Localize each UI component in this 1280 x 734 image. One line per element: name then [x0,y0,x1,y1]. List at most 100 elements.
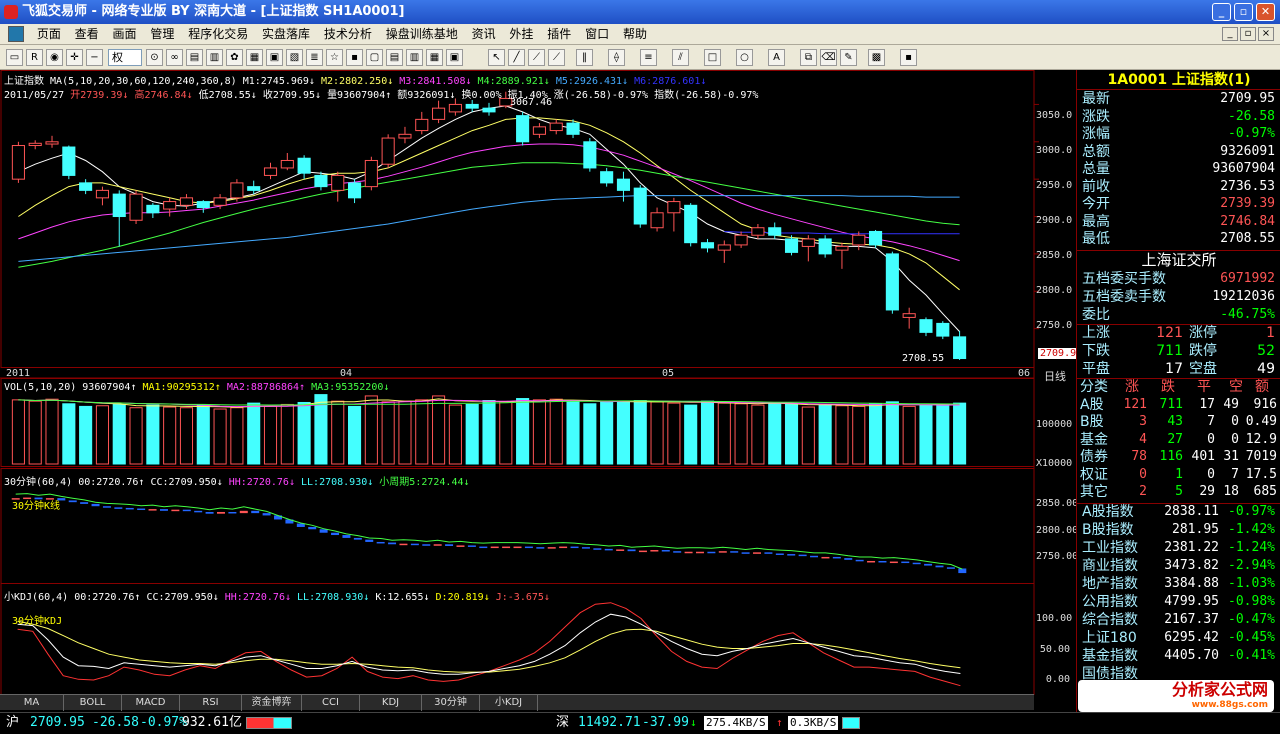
current-price-tag: 2709.9 [1038,348,1079,359]
panel-icon[interactable]: ▣ [446,49,463,66]
candle-body [650,212,664,229]
text-tool-icon[interactable]: A [768,49,785,66]
volume-bar [902,405,916,465]
bars-icon[interactable]: ▥ [206,49,223,66]
layout-icon[interactable]: ▤ [386,49,403,66]
grid-icon[interactable]: ▦ [246,49,263,66]
m30-candle [80,502,89,504]
cat-row[interactable]: 债券 78 116 401 31 7019 [1077,448,1280,466]
channel-tool-icon[interactable]: ≡ [640,49,657,66]
chart-area[interactable]: 上证指数 MA(5,10,20,30,60,120,240,360,8) M1:… [0,70,1079,712]
list-icon[interactable]: ≣ [306,49,323,66]
tab-30min[interactable]: 30分钟 [422,695,480,711]
tab-cci[interactable]: CCI [302,695,360,711]
period-label[interactable]: 日线 [1044,368,1066,384]
index-row[interactable]: 基金指数 4405.70 -0.41% [1077,647,1280,665]
menu-live-store[interactable]: 实盘落库 [257,24,315,45]
menu-program-trading[interactable]: 程序化交易 [183,24,253,45]
menu-info[interactable]: 资讯 [467,24,501,45]
tab-fund-game[interactable]: 资金博弈 [242,695,302,711]
cat-row[interactable]: 基金 4 27 0 0 12.9 [1077,431,1280,449]
cat-row[interactable]: 其它 2 5 29 18 685 [1077,483,1280,501]
index-row[interactable]: 工业指数 2381.22 -1.24% [1077,539,1280,557]
minimize-button[interactable]: _ [1212,3,1231,21]
menu-window[interactable]: 窗口 [580,24,614,45]
leaf-icon[interactable]: ✿ [226,49,243,66]
cat-up: 2 [1139,484,1147,499]
chart-icon[interactable]: ▤ [186,49,203,66]
tab-small-kdj[interactable]: 小KDJ [480,695,538,711]
menu-plugins[interactable]: 插件 [542,24,576,45]
minus-icon[interactable]: − [86,49,103,66]
ray-tool-icon[interactable]: ⟋ [528,49,545,66]
mdi-close-button[interactable]: × [1258,27,1274,41]
cat-row[interactable]: 权证 0 1 0 7 17.5 [1077,466,1280,484]
fan-tool-icon[interactable]: ⟠ [608,49,625,66]
maximize-button[interactable]: ▫ [1234,3,1253,21]
star-icon[interactable]: ☆ [326,49,343,66]
close-button[interactable]: ✕ [1256,3,1275,21]
index-name: 上证180 [1082,629,1137,646]
rect-tool-icon[interactable]: □ [704,49,721,66]
tile-icon[interactable]: ▦ [426,49,443,66]
pen-tool-icon[interactable]: ✎ [840,49,857,66]
right-adjust-select[interactable]: 权 [108,49,142,66]
candle-body [734,234,748,246]
m30-candle [832,556,841,559]
index-value: 2381.22 [1164,539,1219,555]
mdi-restore-button[interactable]: ▫ [1240,27,1256,41]
cat-row[interactable]: A股 121 711 17 49 916 [1077,396,1280,414]
tab-macd[interactable]: MACD [122,695,180,711]
index-row[interactable]: 综合指数 2167.37 -0.47% [1077,611,1280,629]
index-row[interactable]: A股指数 2838.11 -0.97% [1077,503,1280,521]
calc-icon[interactable]: ▣ [266,49,283,66]
menu-view[interactable]: 查看 [70,24,104,45]
window-icon[interactable]: ▢ [366,49,383,66]
parallel-tool-icon[interactable]: ⫽ [672,49,689,66]
quote-value: 2708.55 [1220,231,1275,246]
glasses-icon[interactable]: ∞ [166,49,183,66]
save-tool-icon[interactable]: ▪ [900,49,917,66]
menu-page[interactable]: 页面 [32,24,66,45]
split-icon[interactable]: ▥ [406,49,423,66]
pointer-icon[interactable]: ↖ [488,49,505,66]
index-row[interactable]: B股指数 281.95 -1.42% [1077,521,1280,539]
book-icon[interactable]: ▧ [286,49,303,66]
new-icon[interactable]: ▭ [6,49,23,66]
document-icon[interactable] [8,26,24,42]
index-row[interactable]: 地产指数 3384.88 -1.03% [1077,575,1280,593]
index-name: 地产指数 [1082,575,1138,592]
zoom-icon[interactable]: ◉ [46,49,63,66]
index-row[interactable]: 上证180 6295.42 -0.45% [1077,629,1280,647]
tab-ma[interactable]: MA [0,695,64,711]
menu-help[interactable]: 帮助 [618,24,652,45]
rsi-icon[interactable]: R [26,49,43,66]
ellipse-tool-icon[interactable]: ○ [736,49,753,66]
menu-tech-analysis[interactable]: 技术分析 [319,24,377,45]
color-tool-icon[interactable]: ▩ [868,49,885,66]
menu-training[interactable]: 操盘训练基地 [381,24,463,45]
eraser-tool-icon[interactable]: ⌫ [820,49,837,66]
vol-legend-ma3: MA3:95352200↓ [311,382,390,393]
disk-icon[interactable]: ▪ [346,49,363,66]
tab-boll[interactable]: BOLL [64,695,122,711]
copy-tool-icon[interactable]: ⧉ [800,49,817,66]
pin-icon[interactable]: ⊙ [146,49,163,66]
index-row[interactable]: 公用指数 4799.95 -0.98% [1077,593,1280,611]
candle-body [79,182,93,191]
line-tool-icon[interactable]: ╱ [508,49,525,66]
kdj-legend-open: 00:2720.76↑ [74,592,141,603]
vlines-tool-icon[interactable]: ‖ [576,49,593,66]
index-value: 6295.42 [1164,629,1219,645]
tab-rsi[interactable]: RSI [180,695,242,711]
cat-row[interactable]: B股 3 43 7 0 0.49 [1077,413,1280,431]
index-row[interactable]: 商业指数 3473.82 -2.94% [1077,557,1280,575]
move-icon[interactable]: ✛ [66,49,83,66]
vol-legend-name: VOL(5,10,20) [4,382,77,393]
segment-tool-icon[interactable]: ⟋ [548,49,565,66]
mdi-minimize-button[interactable]: _ [1222,27,1238,41]
menu-canvas[interactable]: 画面 [108,24,142,45]
menu-manage[interactable]: 管理 [145,24,179,45]
menu-plugins-ext[interactable]: 外挂 [504,24,538,45]
tab-kdj[interactable]: KDJ [360,695,422,711]
